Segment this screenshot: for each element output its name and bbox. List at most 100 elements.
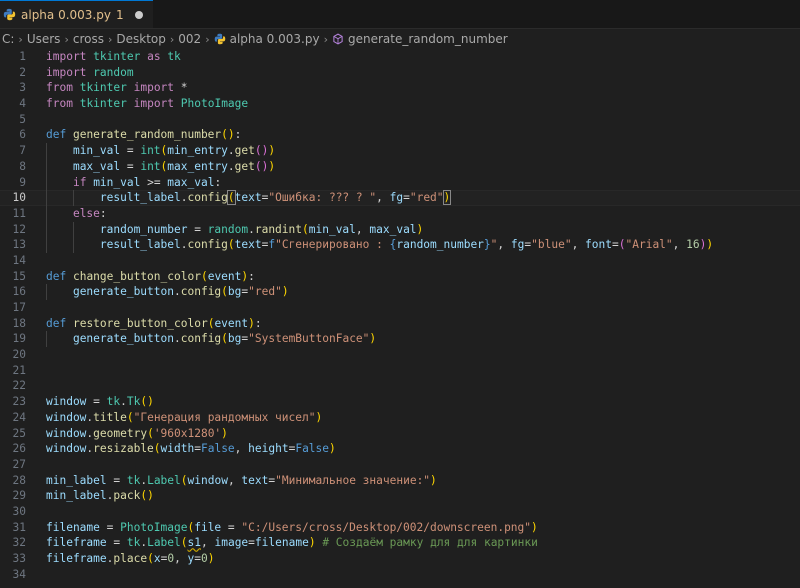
code-token: "Ошибка: ??? ? " [268,191,377,205]
code-token: event [214,316,249,330]
code-line[interactable]: 26 window.resizable(width=False, height=F… [0,441,800,457]
code-token: () [140,395,154,409]
code-line[interactable]: 34 [0,567,800,583]
code-line[interactable]: 13 result_label.config(text=f"Сгенериров… [0,237,800,253]
code-line[interactable]: 9 if min_val >= max_val: [0,174,800,191]
code-token: . [120,395,127,409]
indent-guide [72,221,74,238]
code-editor[interactable]: 1 import tkinter as tk 2 import random 3 from… [0,49,800,582]
code-line[interactable]: 17 [0,300,800,316]
breadcrumb-item-file[interactable]: alpha 0.003.py [230,32,320,46]
code-token: ) [430,473,437,487]
code-token: if [72,175,87,189]
code-token: tkinter [79,97,127,111]
code-line[interactable]: 22 [0,378,800,394]
code-line[interactable]: 10 result_label.config(text="Ошибка: ???… [0,190,800,206]
code-token: ) [706,238,714,252]
code-token: # Создаём рамку для для картинки [322,536,538,550]
code-line[interactable]: 12 random_number = random.randint(min_va… [0,221,800,238]
code-line[interactable]: 6 def generate_random_number(): [0,127,800,143]
modified-dot-icon[interactable] [134,10,143,19]
code-token: "Arial" [625,238,673,252]
indent-guide [46,284,47,300]
line-number: 2 [19,65,26,79]
code-line[interactable]: 18 def restore_button_color(event): [0,316,800,332]
code-token: . [174,332,181,346]
code-line[interactable]: 23 window = tk.Tk() [0,394,800,410]
breadcrumb-item-symbol[interactable]: generate_random_number [348,32,508,46]
line-number: 28 [12,473,26,487]
code-line[interactable]: 21 [0,363,800,379]
breadcrumb-item-drive[interactable]: C: [2,32,14,46]
code-content: fileframe = tk.Label(s1, image=filename)… [26,535,538,551]
code-token: max_val [72,159,121,173]
code-line[interactable]: 28 min_label = tk.Label(window, text="Мин… [0,473,800,489]
code-token: text [241,473,269,487]
code-line[interactable]: 30 [0,504,800,520]
code-line[interactable]: 31 filename = PhotoImage(file = "C:/Users… [0,520,800,536]
code-token: ( [302,222,309,236]
code-line[interactable]: 19 generate_button.config(bg="SystemButt… [0,331,800,348]
code-line[interactable]: 33 fileframe.place(x=0, y=0) [0,551,800,567]
line-number: 14 [12,253,26,267]
line-number: 18 [12,316,26,330]
breadcrumb-item-cross[interactable]: cross [73,32,104,46]
breadcrumb-item-users[interactable]: Users [27,32,61,46]
code-line[interactable]: 20 [0,347,800,363]
code-line[interactable]: 16 generate_button.config(bg="red") [0,284,800,300]
code-line[interactable]: 7 min_val = int(min_entry.get()) [0,143,800,159]
code-token: file [194,520,222,534]
code-line[interactable]: 11 else: [0,205,800,222]
code-content [26,504,46,520]
line-number: 26 [12,442,26,456]
code-token: Tk [126,395,141,409]
code-token: . [248,222,255,236]
code-line[interactable]: 5 [0,112,800,128]
indent-guide [46,190,47,206]
code-token: change_button_color [72,269,201,283]
code-line[interactable]: 27 [0,457,800,473]
line-number: 1 [19,50,26,63]
code-line[interactable]: 2 import random [0,65,800,81]
code-token: ) [268,144,276,158]
breadcrumb-item-desktop[interactable]: Desktop [116,32,166,46]
code-token: min_label [46,473,107,487]
code-token: () [254,159,269,173]
code-line[interactable]: 1 import tkinter as tk [0,49,800,65]
code-token: def [46,316,67,330]
code-line[interactable]: 24 window.title("Генерация рандомных чисе… [0,410,800,426]
code-line[interactable]: 4 from tkinter import PhotoImage [0,96,800,112]
code-line[interactable]: 8 max_val = int(max_entry.get()) [0,158,800,175]
code-token: : [214,175,222,189]
code-line[interactable]: 14 [0,253,800,269]
line-number: 12 [12,222,26,236]
code-token: ) [248,316,255,330]
code-token: min_val [72,144,121,158]
code-content [26,457,46,473]
indent-guide [72,190,74,206]
code-token: random_number [99,222,188,236]
line-number: 25 [12,426,26,440]
line-number: 15 [12,269,26,283]
code-content: import tkinter as tk [26,49,181,65]
code-token: config [187,191,228,205]
code-token: restore_button_color [72,316,208,330]
code-line[interactable]: 25 window.geometry('960x1280') [0,426,800,442]
code-token: ( [147,426,154,440]
code-content: import random [26,65,134,81]
code-token: tkinter [79,81,127,95]
python-icon [214,33,226,45]
code-line[interactable]: 29 min_label.pack() [0,488,800,504]
editor-tab-active[interactable]: alpha 0.003.py 1 [0,0,153,28]
breadcrumb-item-folder[interactable]: 002 [178,32,201,46]
code-content: min_label = tk.Label(window, text="Миним… [26,473,437,489]
code-line[interactable]: 32 fileframe = tk.Label(s1, image=filenam… [0,535,800,551]
code-line[interactable]: 15 def change_button_color(event): [0,269,800,285]
code-line[interactable]: 3 from tkinter import * [0,80,800,96]
code-token: ( [200,269,208,283]
